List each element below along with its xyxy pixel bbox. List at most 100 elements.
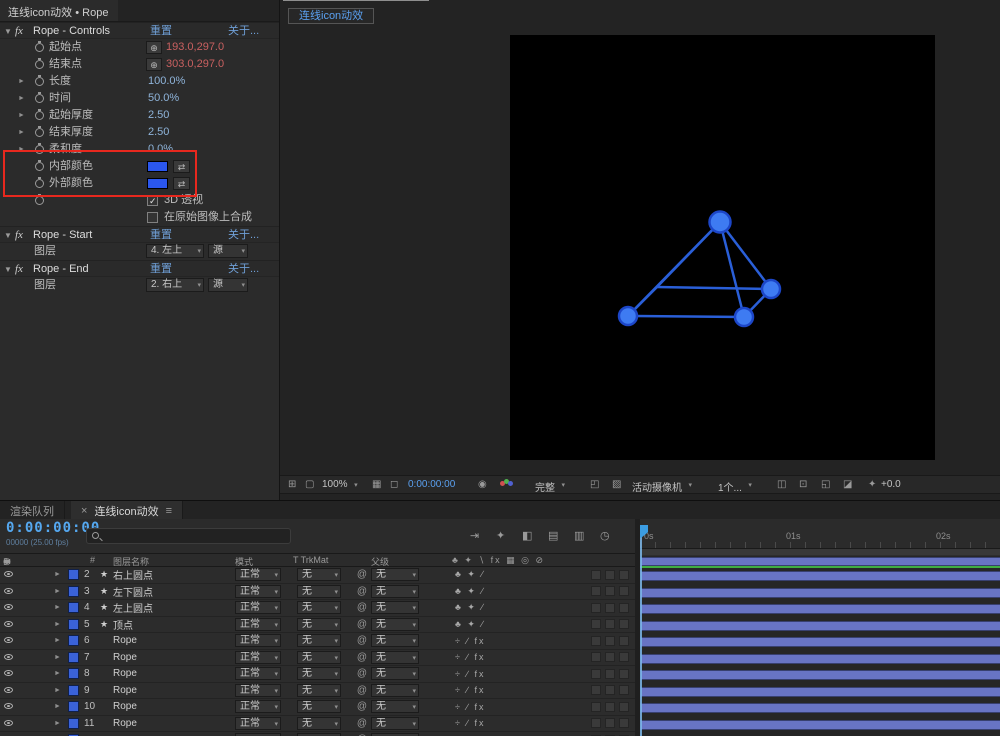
property-row-end-layer[interactable]: 图层 2. 右上 源 xyxy=(0,277,279,294)
exposure-value[interactable]: +0.0 xyxy=(881,479,901,490)
property-row-inner-color[interactable]: 内部颜色 xyxy=(0,158,279,175)
property-row-time[interactable]: 时间 50.0% xyxy=(0,90,279,107)
crosshair-icon[interactable] xyxy=(146,41,162,54)
layer-color-swatch[interactable] xyxy=(68,618,79,630)
timeline-track-area[interactable]: 0s 01s 02s xyxy=(640,519,1000,736)
parent-pickwhip-icon[interactable] xyxy=(355,668,369,679)
pixel-aspect-icon[interactable] xyxy=(777,479,786,490)
effect-name[interactable]: Rope - Start xyxy=(33,227,92,244)
expand-arrow-icon[interactable] xyxy=(54,604,68,611)
blend-mode-select[interactable]: 正常 xyxy=(235,716,281,731)
property-value[interactable]: 193.0,297.0 xyxy=(166,39,224,56)
effect-group-header-controls[interactable]: Rope - Controls 重置 关于... xyxy=(0,22,279,39)
layer-color-swatch[interactable] xyxy=(68,651,79,663)
layer-switches[interactable]: ♣ ✦ ∕ xyxy=(455,602,541,613)
collapse-arrow-icon[interactable] xyxy=(4,261,12,278)
expand-arrow-icon[interactable] xyxy=(54,670,68,677)
property-value[interactable]: 100.0% xyxy=(148,73,185,90)
render-queue-tab[interactable]: 渲染队列 xyxy=(0,501,65,519)
effect-group-header-rope-end[interactable]: Rope - End 重置 关于... xyxy=(0,260,279,277)
parent-pickwhip-icon[interactable] xyxy=(355,619,369,630)
layer-color-swatch[interactable] xyxy=(68,684,79,696)
layer-row[interactable]: 5 ★ 顶点 正常 无 无 ♣ ✦ ∕ xyxy=(0,616,635,633)
eye-icon[interactable] xyxy=(3,719,13,726)
blend-mode-select[interactable]: 正常 xyxy=(235,650,281,665)
stopwatch-icon[interactable] xyxy=(35,160,44,171)
parent-pickwhip-icon[interactable] xyxy=(355,602,369,613)
property-row-start-layer[interactable]: 图层 4. 左上 源 xyxy=(0,243,279,260)
property-row-end-point[interactable]: 结束点 303.0,297.0 xyxy=(0,56,279,73)
parent-pickwhip-icon[interactable] xyxy=(355,569,369,580)
layer-duration-bar[interactable] xyxy=(640,719,1000,730)
layer-name[interactable]: Rope xyxy=(113,701,233,712)
expand-arrow-icon[interactable] xyxy=(54,571,68,578)
layer-row[interactable]: 4 ★ 左上圆点 正常 无 无 ♣ ✦ ∕ xyxy=(0,600,635,617)
outer-color-swatch[interactable] xyxy=(147,178,168,189)
layer-switches[interactable]: ÷ ∕ fx xyxy=(455,669,541,679)
snap-icon[interactable] xyxy=(470,529,479,542)
layer-name[interactable]: Rope xyxy=(113,635,233,646)
parent-pickwhip-icon[interactable] xyxy=(355,586,369,597)
parent-pickwhip-icon[interactable] xyxy=(355,652,369,663)
view-layout-select[interactable]: 1个... xyxy=(718,479,752,494)
effect-group-header-rope-start[interactable]: Rope - Start 重置 关于... xyxy=(0,226,279,243)
layer-name[interactable]: 右上圆点 xyxy=(113,567,233,582)
composition-tab[interactable]: 连线icon动效 xyxy=(288,8,375,24)
multiview-icon[interactable] xyxy=(288,479,296,490)
screen-icon[interactable] xyxy=(305,479,314,490)
trkmat-select[interactable]: 无 xyxy=(297,700,341,714)
expand-arrow-icon[interactable] xyxy=(54,621,68,628)
parent-pickwhip-icon[interactable] xyxy=(355,718,369,729)
parent-select[interactable]: 无 xyxy=(371,584,419,599)
trkmat-select[interactable]: 无 xyxy=(297,683,341,698)
grid-guides-icon[interactable] xyxy=(372,479,381,490)
parent-select[interactable]: 无 xyxy=(371,700,419,714)
parent-pickwhip-icon[interactable] xyxy=(355,635,369,646)
reset-link[interactable]: 重置 xyxy=(150,261,172,278)
property-row-softness[interactable]: 柔和度 0.0% xyxy=(0,141,279,158)
motion-blur-icon[interactable] xyxy=(574,529,584,542)
visibility-cell[interactable] xyxy=(0,569,16,580)
shy-layers-icon[interactable] xyxy=(522,529,532,542)
reset-link[interactable]: 重置 xyxy=(150,23,172,40)
fx-badge-icon[interactable] xyxy=(15,23,23,40)
layer-duration-bar[interactable] xyxy=(640,557,1000,566)
parent-pickwhip-icon[interactable] xyxy=(355,701,369,712)
layer-row[interactable]: 8 Rope 正常 无 无 ÷ ∕ fx xyxy=(0,666,635,683)
blend-mode-select[interactable]: 正常 xyxy=(235,634,281,648)
layer-color-swatch[interactable] xyxy=(68,569,79,581)
stopwatch-icon[interactable] xyxy=(35,41,44,52)
expand-arrow-icon[interactable] xyxy=(18,124,25,141)
comp-timeline-tab[interactable]: 连线icon动效 xyxy=(71,501,184,519)
layer-color-swatch[interactable] xyxy=(68,585,79,597)
close-icon[interactable] xyxy=(81,505,87,517)
about-link[interactable]: 关于... xyxy=(228,23,259,40)
visibility-cell[interactable] xyxy=(0,619,16,630)
current-time-display[interactable]: 0:00:00:00 xyxy=(408,479,455,490)
property-row-3d-perspective[interactable]: 3D 透视 xyxy=(0,192,279,209)
visibility-cell[interactable] xyxy=(0,635,16,646)
stopwatch-icon[interactable] xyxy=(35,126,44,137)
stopwatch-icon[interactable] xyxy=(35,92,44,103)
playhead-line[interactable] xyxy=(640,529,642,736)
parent-select[interactable]: 无 xyxy=(371,634,419,648)
property-value[interactable]: 2.50 xyxy=(148,124,169,141)
composition-canvas[interactable] xyxy=(510,35,935,460)
color-edit-icon[interactable] xyxy=(173,160,190,173)
expand-arrow-icon[interactable] xyxy=(54,703,68,710)
visibility-cell[interactable] xyxy=(0,668,16,679)
stopwatch-icon[interactable] xyxy=(35,194,44,205)
search-input[interactable] xyxy=(107,530,285,542)
parent-select[interactable]: 无 xyxy=(371,667,419,681)
expand-arrow-icon[interactable] xyxy=(54,720,68,727)
property-value[interactable]: 0.0% xyxy=(148,141,173,158)
source-select[interactable]: 源 xyxy=(208,244,248,258)
collapse-arrow-icon[interactable] xyxy=(4,227,12,244)
layer-name[interactable]: Rope xyxy=(113,685,233,696)
parent-select[interactable]: 无 xyxy=(371,601,419,615)
property-value[interactable]: 2.50 xyxy=(148,107,169,124)
property-row-length[interactable]: 长度 100.0% xyxy=(0,73,279,90)
flowchart-icon[interactable] xyxy=(843,479,852,490)
layer-row[interactable]: 7 Rope 正常 无 无 ÷ ∕ fx xyxy=(0,649,635,666)
blend-mode-select[interactable]: 正常 xyxy=(235,667,281,681)
